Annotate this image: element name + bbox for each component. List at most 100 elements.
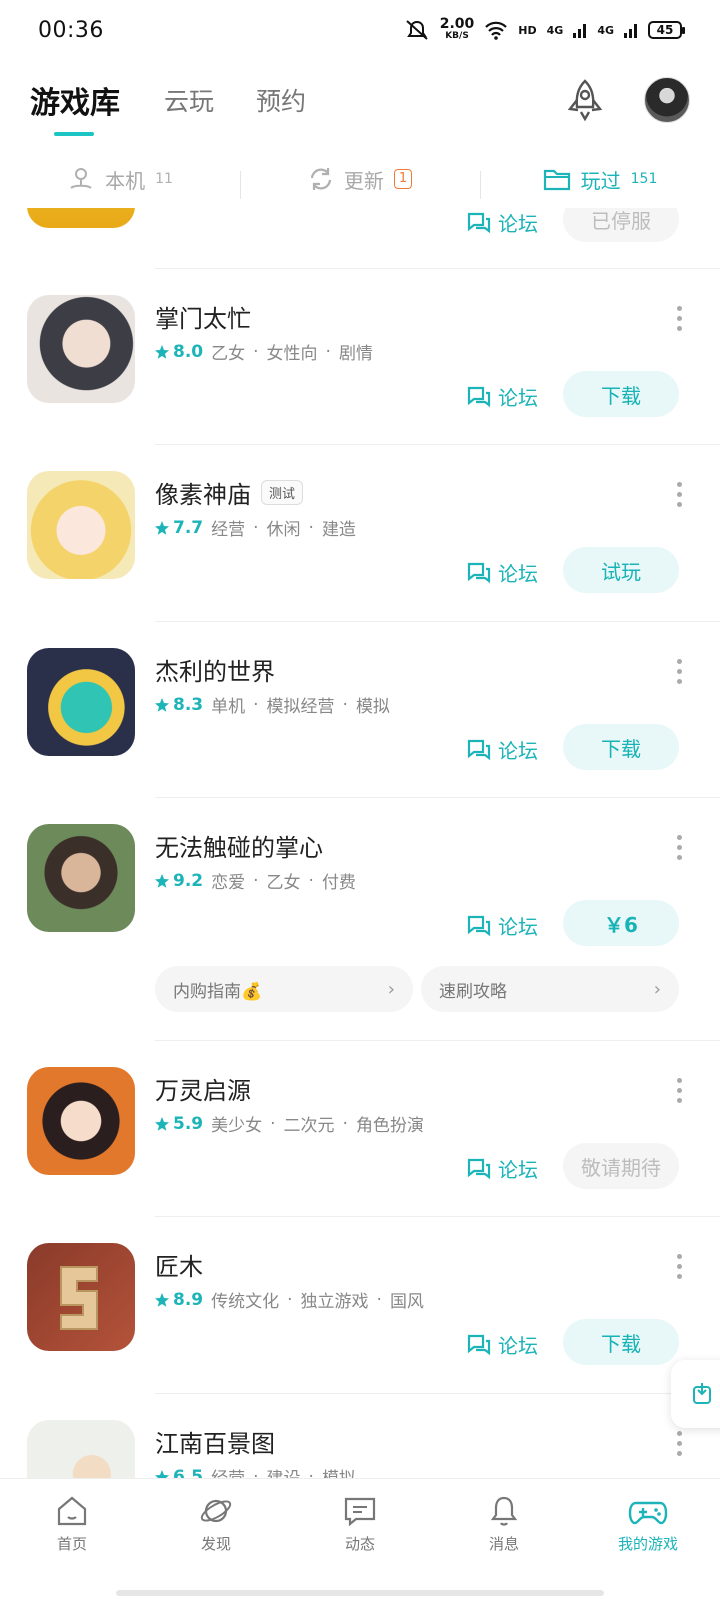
list-item[interactable]: 匠木 8.9 传统文化 · 独立游戏 · 国风 论坛 下载 xyxy=(0,1217,720,1394)
status-bar: 00:36 2.00 KB/S HD 4G 4G 45 xyxy=(0,0,720,60)
forum-icon xyxy=(467,739,491,760)
game-meta: 7.7 经营 · 休闲 · 建造 xyxy=(155,515,356,540)
service-stopped-button[interactable]: 已停服 xyxy=(563,208,679,242)
chevron-right-icon: › xyxy=(653,978,661,1000)
list-item[interactable]: 杰利的世界 8.3 单机 · 模拟经营 · 模拟 论坛 下载 xyxy=(0,622,720,798)
hd-label: HD xyxy=(518,23,537,37)
more-options-icon[interactable] xyxy=(676,482,682,507)
game-meta: 8.9 传统文化 · 独立游戏 · 国风 xyxy=(155,1287,424,1312)
rating: 5.9 xyxy=(155,1114,203,1134)
filter-update[interactable]: 更新 1 xyxy=(240,165,480,199)
more-options-icon[interactable] xyxy=(676,835,682,860)
signal-4g-2: 4G xyxy=(597,23,614,37)
signal-bars-icon xyxy=(573,24,587,38)
nav-feed[interactable]: 动态 xyxy=(288,1479,432,1600)
game-meta: 8.0 乙女 · 女性向 · 剧情 xyxy=(155,339,373,364)
game-title: 掌门太忙 xyxy=(155,305,251,333)
purchase-guide-chip[interactable]: 内购指南💰 › xyxy=(155,966,413,1012)
speedrun-guide-chip[interactable]: 速刷攻略 › xyxy=(421,966,679,1012)
forum-button[interactable]: 论坛 xyxy=(466,911,538,940)
list-item: 论坛 已停服 xyxy=(0,208,720,269)
star-icon xyxy=(155,1116,169,1131)
bottom-nav: 首页 发现 动态 消息 我的游戏 xyxy=(0,1478,720,1600)
monster-icon[interactable] xyxy=(27,648,135,756)
download-box-icon xyxy=(693,1383,711,1404)
forum-icon xyxy=(467,562,491,583)
download-button[interactable]: 下载 xyxy=(563,1319,679,1365)
status-icons: 2.00 KB/S HD 4G 4G 45 xyxy=(404,16,685,42)
signal-4g-1: 4G xyxy=(546,23,564,37)
list-item[interactable]: 掌门太忙 8.0 乙女 · 女性向 · 剧情 论坛 下载 xyxy=(0,269,720,445)
wood-block-icon xyxy=(60,1266,98,1330)
buy-button[interactable]: ￥6 xyxy=(563,900,679,946)
anime-character-icon[interactable] xyxy=(27,295,135,403)
man-portrait-icon[interactable] xyxy=(27,824,135,932)
rating: 8.3 xyxy=(155,695,203,715)
nav-home[interactable]: 首页 xyxy=(0,1479,144,1600)
list-item[interactable]: 无法触碰的掌心 9.2 恋爱 · 乙女 · 付费 论坛 ￥6 内购指南💰 › 速刷攻… xyxy=(0,798,720,1041)
rating: 8.9 xyxy=(155,1290,203,1310)
forum-button[interactable]: 论坛 xyxy=(466,558,538,587)
forum-button[interactable]: 论坛 xyxy=(466,382,538,411)
rating: 9.2 xyxy=(155,871,203,891)
mute-bell-icon xyxy=(406,20,428,40)
list-item[interactable]: 像素神庙 测试 7.7 经营 · 休闲 · 建造 论坛 试玩 xyxy=(0,445,720,622)
forum-icon xyxy=(467,1158,491,1179)
forum-icon xyxy=(467,1334,491,1355)
more-options-icon[interactable] xyxy=(676,659,682,684)
location-person-icon xyxy=(70,168,92,189)
top-header: 游戏库 云玩 预约 xyxy=(0,60,720,140)
nav-discover[interactable]: 发现 xyxy=(144,1479,288,1600)
battery-indicator: 45 xyxy=(648,21,685,39)
forum-button[interactable]: 论坛 xyxy=(466,1330,538,1359)
download-button[interactable]: 下载 xyxy=(563,371,679,417)
gamepad-icon xyxy=(628,1501,668,1525)
forum-button[interactable]: 论坛 xyxy=(466,1154,538,1183)
forum-button[interactable]: 论坛 xyxy=(466,735,538,764)
try-play-button[interactable]: 试玩 xyxy=(563,547,679,593)
forum-icon xyxy=(467,212,491,233)
folder-icon xyxy=(543,169,570,191)
game-title: 杰利的世界 xyxy=(155,658,275,686)
coming-soon-button[interactable]: 敬请期待 xyxy=(563,1143,679,1189)
feed-icon xyxy=(344,1497,376,1527)
game-title: 匠木 xyxy=(155,1253,203,1281)
update-count-badge: 1 xyxy=(393,169,413,189)
wifi-icon xyxy=(485,21,508,40)
game-meta: 8.3 单机 · 模拟经营 · 模拟 xyxy=(155,692,390,717)
nav-messages[interactable]: 消息 xyxy=(432,1479,576,1600)
network-speed: 2.00 KB/S xyxy=(439,16,475,41)
game-title: 江南百景图 xyxy=(155,1430,275,1458)
rating: 7.7 xyxy=(155,518,203,538)
star-icon xyxy=(155,520,169,535)
forum-icon xyxy=(467,915,491,936)
more-options-icon[interactable] xyxy=(676,1431,682,1456)
game-title: 无法触碰的掌心 xyxy=(155,834,323,862)
rocket-icon[interactable] xyxy=(564,78,606,122)
game-title: 像素神庙 测试 xyxy=(155,475,304,510)
avatar[interactable] xyxy=(644,77,690,123)
game-icon-partial[interactable] xyxy=(27,208,135,228)
download-button[interactable]: 下载 xyxy=(563,724,679,770)
planet-icon xyxy=(200,1499,232,1523)
gesture-handle xyxy=(116,1590,604,1596)
more-options-icon[interactable] xyxy=(676,306,682,331)
tab-reservation[interactable]: 预约 xyxy=(256,82,306,118)
anime-girl-icon[interactable] xyxy=(27,471,135,579)
filter-local[interactable]: 本机 11 xyxy=(0,165,240,194)
star-icon xyxy=(155,873,169,888)
test-badge: 测试 xyxy=(261,480,304,505)
floating-edge-button[interactable] xyxy=(671,1360,720,1428)
tab-game-library[interactable]: 游戏库 xyxy=(30,78,120,136)
fox-girl-icon[interactable] xyxy=(27,1067,135,1175)
filter-played[interactable]: 玩过 151 xyxy=(480,165,720,199)
forum-button[interactable]: 论坛 xyxy=(466,208,538,237)
tab-cloud-play[interactable]: 云玩 xyxy=(164,82,214,118)
more-options-icon[interactable] xyxy=(676,1254,682,1279)
bell-icon xyxy=(490,1496,518,1526)
nav-my-games[interactable]: 我的游戏 xyxy=(576,1479,720,1600)
list-item[interactable]: 万灵启源 5.9 美少女 · 二次元 · 角色扮演 论坛 敬请期待 xyxy=(0,1041,720,1217)
more-options-icon[interactable] xyxy=(676,1078,682,1103)
chevron-right-icon: › xyxy=(387,978,395,1000)
wood-joint-icon[interactable] xyxy=(27,1243,135,1351)
